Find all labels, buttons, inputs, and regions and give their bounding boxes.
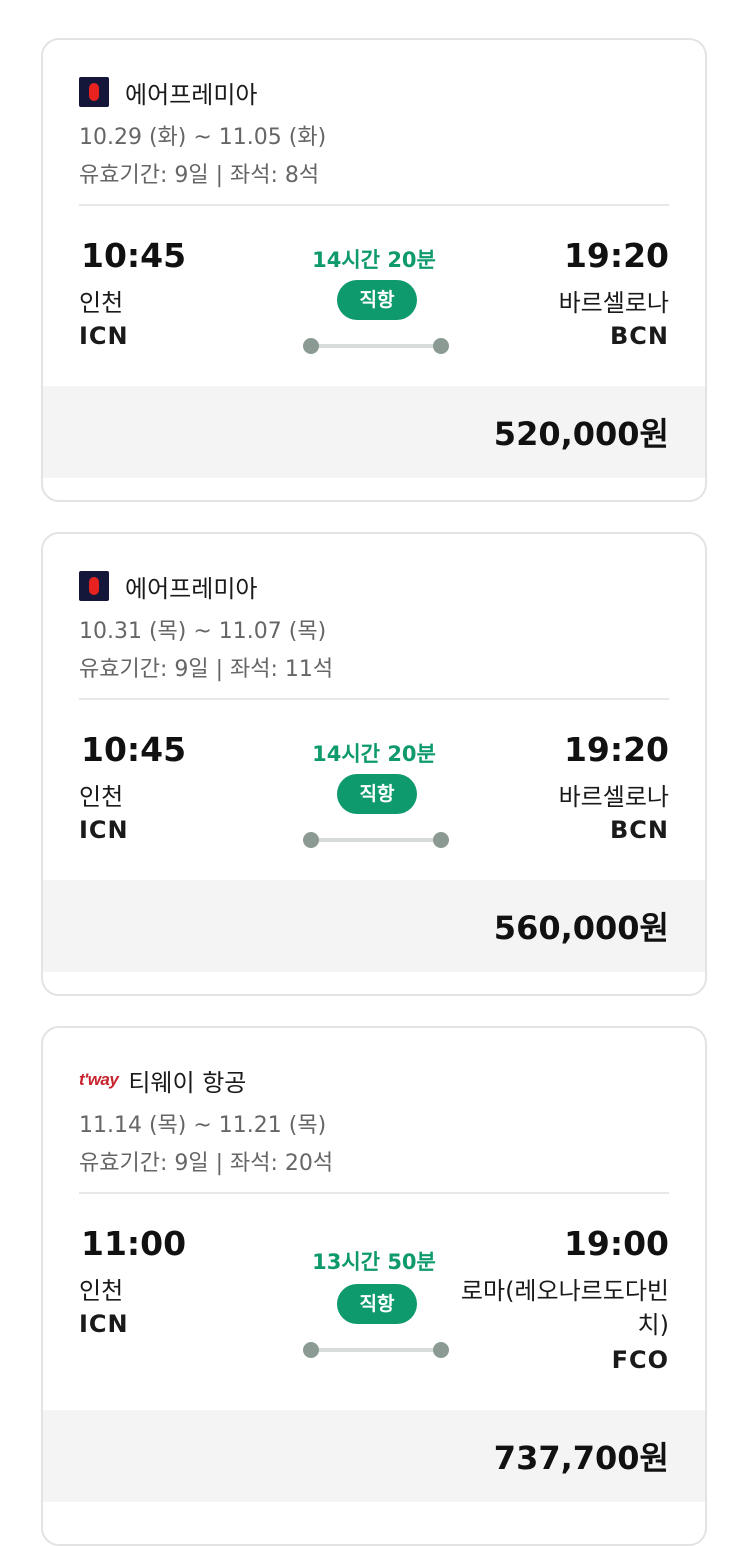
price: 520,000원	[493, 415, 669, 453]
validity-seats: 유효기간: 9일 | 좌석: 11석	[79, 657, 334, 682]
arrival-time: 19:00	[563, 1224, 669, 1263]
airline-name: 에어프레미아	[125, 80, 258, 109]
arrival-city: 바르셀로나	[558, 783, 669, 811]
destination-dot-icon	[433, 832, 449, 848]
flight-card[interactable]: 에어프레미아 10.29 (화) ~ 11.05 (화) 유효기간: 9일 | …	[41, 38, 707, 502]
flight-list: 에어프레미아 10.29 (화) ~ 11.05 (화) 유효기간: 9일 | …	[0, 0, 750, 1546]
route-track	[303, 336, 449, 356]
price-bar: 737,700원	[43, 1410, 705, 1502]
departure-time: 10:45	[81, 730, 187, 769]
travel-dates: 10.29 (화) ~ 11.05 (화)	[79, 125, 327, 150]
airline-row: t'way 티웨이 항공	[79, 1062, 669, 1098]
tway-logo-icon: t'way	[79, 1070, 119, 1089]
arrival-city: 로마(레오나르도다빈치)	[460, 1277, 669, 1339]
route-track	[303, 1340, 449, 1360]
travel-dates: 10.31 (목) ~ 11.07 (목)	[79, 619, 327, 644]
route-track	[303, 830, 449, 850]
arrival-code: BCN	[610, 322, 669, 350]
departure-city: 인천	[79, 1277, 124, 1305]
flight-card-body: 에어프레미아 10.29 (화) ~ 11.05 (화) 유효기간: 9일 | …	[43, 40, 705, 386]
airline-row: 에어프레미아	[79, 568, 669, 604]
airpremia-logo-icon	[79, 77, 109, 107]
airline-name: 에어프레미아	[125, 574, 258, 603]
direct-badge: 직항	[337, 774, 417, 814]
price-bar: 520,000원	[43, 386, 705, 478]
flight-duration: 14시간 20분	[312, 742, 436, 766]
route-line	[311, 838, 441, 842]
origin-dot-icon	[303, 1342, 319, 1358]
price: 737,700원	[493, 1439, 669, 1477]
validity-seats: 유효기간: 9일 | 좌석: 20석	[79, 1151, 334, 1176]
travel-dates: 11.14 (목) ~ 11.21 (목)	[79, 1113, 327, 1138]
route-line	[311, 344, 441, 348]
price: 560,000원	[493, 909, 669, 947]
arrival-time: 19:20	[563, 730, 669, 769]
flight-card[interactable]: 에어프레미아 10.31 (목) ~ 11.07 (목) 유효기간: 9일 | …	[41, 532, 707, 996]
departure-time: 11:00	[81, 1224, 187, 1263]
flight-card[interactable]: t'way 티웨이 항공 11.14 (목) ~ 11.21 (목) 유효기간:…	[41, 1026, 707, 1546]
origin-dot-icon	[303, 832, 319, 848]
direct-badge: 직항	[337, 280, 417, 320]
route-info: 11:00 인천 ICN 13시간 50분 직항 19:00 로마(레오나르도다…	[79, 1194, 669, 1410]
direct-badge: 직항	[337, 1284, 417, 1324]
route-info: 10:45 인천 ICN 14시간 20분 직항 19:20 바르셀로나 BCN	[79, 700, 669, 880]
arrival-code: BCN	[610, 816, 669, 844]
airpremia-logo-icon	[79, 571, 109, 601]
arrival-code: FCO	[611, 1346, 669, 1374]
departure-code: ICN	[79, 816, 129, 844]
route-line	[311, 1348, 441, 1352]
route-info: 10:45 인천 ICN 14시간 20분 직항 19:20 바르셀로나 BCN	[79, 206, 669, 386]
departure-time: 10:45	[81, 236, 187, 275]
validity-seats: 유효기간: 9일 | 좌석: 8석	[79, 163, 320, 188]
destination-dot-icon	[433, 338, 449, 354]
departure-city: 인천	[79, 783, 124, 811]
arrival-time: 19:20	[563, 236, 669, 275]
departure-code: ICN	[79, 322, 129, 350]
flight-card-body: 에어프레미아 10.31 (목) ~ 11.07 (목) 유효기간: 9일 | …	[43, 534, 705, 880]
airline-name: 티웨이 항공	[128, 1068, 247, 1097]
arrival-city: 바르셀로나	[558, 289, 669, 317]
price-bar: 560,000원	[43, 880, 705, 972]
flight-duration: 14시간 20분	[312, 248, 436, 272]
departure-city: 인천	[79, 289, 124, 317]
flight-card-body: t'way 티웨이 항공 11.14 (목) ~ 11.21 (목) 유효기간:…	[43, 1028, 705, 1410]
flight-duration: 13시간 50분	[312, 1250, 436, 1274]
departure-code: ICN	[79, 1310, 129, 1338]
origin-dot-icon	[303, 338, 319, 354]
airline-row: 에어프레미아	[79, 74, 669, 110]
destination-dot-icon	[433, 1342, 449, 1358]
